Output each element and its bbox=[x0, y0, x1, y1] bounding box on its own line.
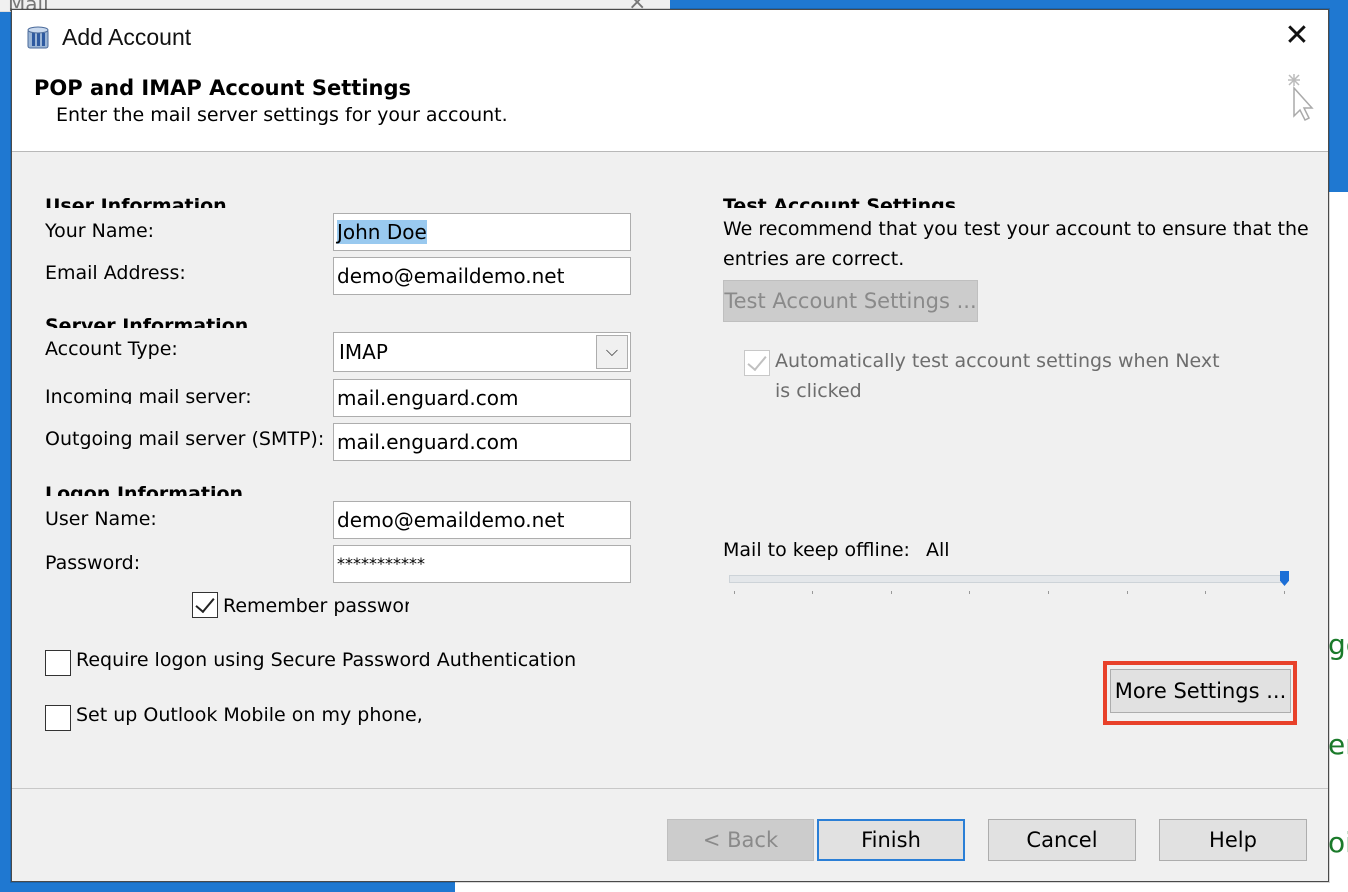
password-input[interactable]: *********** bbox=[333, 545, 631, 583]
header-title: POP and IMAP Account Settings bbox=[34, 76, 412, 100]
incoming-server-input[interactable]: mail.enguard.com bbox=[333, 379, 631, 417]
section-logon-information: Logon Information bbox=[45, 483, 244, 496]
email-address-input[interactable]: demo@emaildemo.net bbox=[333, 257, 631, 295]
mail-offline-slider[interactable] bbox=[729, 575, 1285, 583]
user-name-input[interactable]: demo@emaildemo.net bbox=[333, 501, 631, 539]
account-type-value: IMAP bbox=[339, 340, 388, 364]
auto-test-label-line1: Automatically test account settings when… bbox=[775, 350, 1220, 372]
slider-tick bbox=[969, 591, 970, 594]
outlook-account-icon bbox=[27, 26, 49, 49]
footer-separator bbox=[12, 788, 1328, 789]
more-settings-button[interactable]: More Settings ... bbox=[1110, 669, 1291, 713]
dialog-header: POP and IMAP Account Settings Enter the … bbox=[12, 66, 1328, 152]
test-description-line2: entries are correct. bbox=[723, 248, 905, 270]
slider-tick bbox=[891, 591, 892, 594]
mail-offline-slider-thumb[interactable] bbox=[1280, 571, 1289, 586]
outlook-mobile-checkbox[interactable] bbox=[45, 705, 71, 731]
add-account-dialog: Add Account ✕ POP and IMAP Account Setti… bbox=[11, 9, 1329, 882]
remember-password-label: Remember password bbox=[223, 595, 409, 617]
cancel-button[interactable]: Cancel bbox=[988, 819, 1136, 861]
account-type-label: Account Type: bbox=[45, 338, 178, 360]
header-subtitle: Enter the mail server settings for your … bbox=[56, 104, 508, 126]
account-type-select[interactable]: IMAP ⌵ bbox=[333, 332, 631, 372]
slider-tick bbox=[1127, 591, 1128, 594]
background-window-right: ge er oit bbox=[1328, 192, 1348, 892]
user-name-label: User Name: bbox=[45, 508, 157, 526]
wizard-cursor-icon bbox=[1288, 74, 1314, 122]
mail-offline-label: Mail to keep offline: bbox=[723, 539, 910, 561]
background-text-fragment: oit bbox=[1328, 826, 1348, 859]
your-name-value: John Doe bbox=[337, 220, 427, 244]
slider-tick bbox=[1205, 591, 1206, 594]
help-button[interactable]: Help bbox=[1159, 819, 1307, 861]
mail-offline-value: All bbox=[926, 539, 950, 561]
spa-label: Require logon using Secure Password Auth… bbox=[76, 649, 577, 671]
background-text-fragment: er bbox=[1328, 728, 1348, 761]
close-icon[interactable]: ✕ bbox=[1282, 21, 1312, 52]
test-description-line1: We recommend that you test your account … bbox=[723, 218, 1309, 240]
dialog-title: Add Account bbox=[62, 24, 192, 50]
outgoing-server-label: Outgoing mail server (SMTP): bbox=[45, 428, 325, 450]
incoming-server-label: Incoming mail server: bbox=[45, 386, 252, 404]
your-name-label: Your Name: bbox=[45, 220, 155, 238]
section-user-information: User Information bbox=[45, 195, 227, 208]
test-account-settings-button[interactable]: Test Account Settings ... bbox=[723, 280, 978, 322]
section-test-account-settings: Test Account Settings bbox=[723, 195, 957, 208]
auto-test-checkbox[interactable] bbox=[744, 350, 770, 376]
chevron-down-icon[interactable]: ⌵ bbox=[596, 335, 628, 369]
remember-password-checkbox[interactable] bbox=[192, 592, 218, 618]
title-bar: Add Account ✕ bbox=[12, 10, 1328, 66]
slider-tick bbox=[734, 591, 735, 594]
background-text-fragment: ge bbox=[1328, 628, 1348, 661]
slider-tick bbox=[1284, 591, 1285, 594]
outlook-mobile-label: Set up Outlook Mobile on my phone, bbox=[76, 704, 423, 726]
email-address-label: Email Address: bbox=[45, 262, 186, 284]
your-name-input[interactable]: John Doe bbox=[333, 213, 631, 251]
spa-checkbox[interactable] bbox=[45, 650, 71, 676]
auto-test-label-line2: is clicked bbox=[775, 380, 862, 402]
section-server-information: Server Information bbox=[45, 315, 249, 328]
slider-tick bbox=[1048, 591, 1049, 594]
back-button[interactable]: < Back bbox=[667, 819, 814, 861]
outgoing-server-input[interactable]: mail.enguard.com bbox=[333, 423, 631, 461]
slider-tick bbox=[812, 591, 813, 594]
password-label: Password: bbox=[45, 552, 141, 570]
finish-button[interactable]: Finish bbox=[817, 819, 965, 861]
